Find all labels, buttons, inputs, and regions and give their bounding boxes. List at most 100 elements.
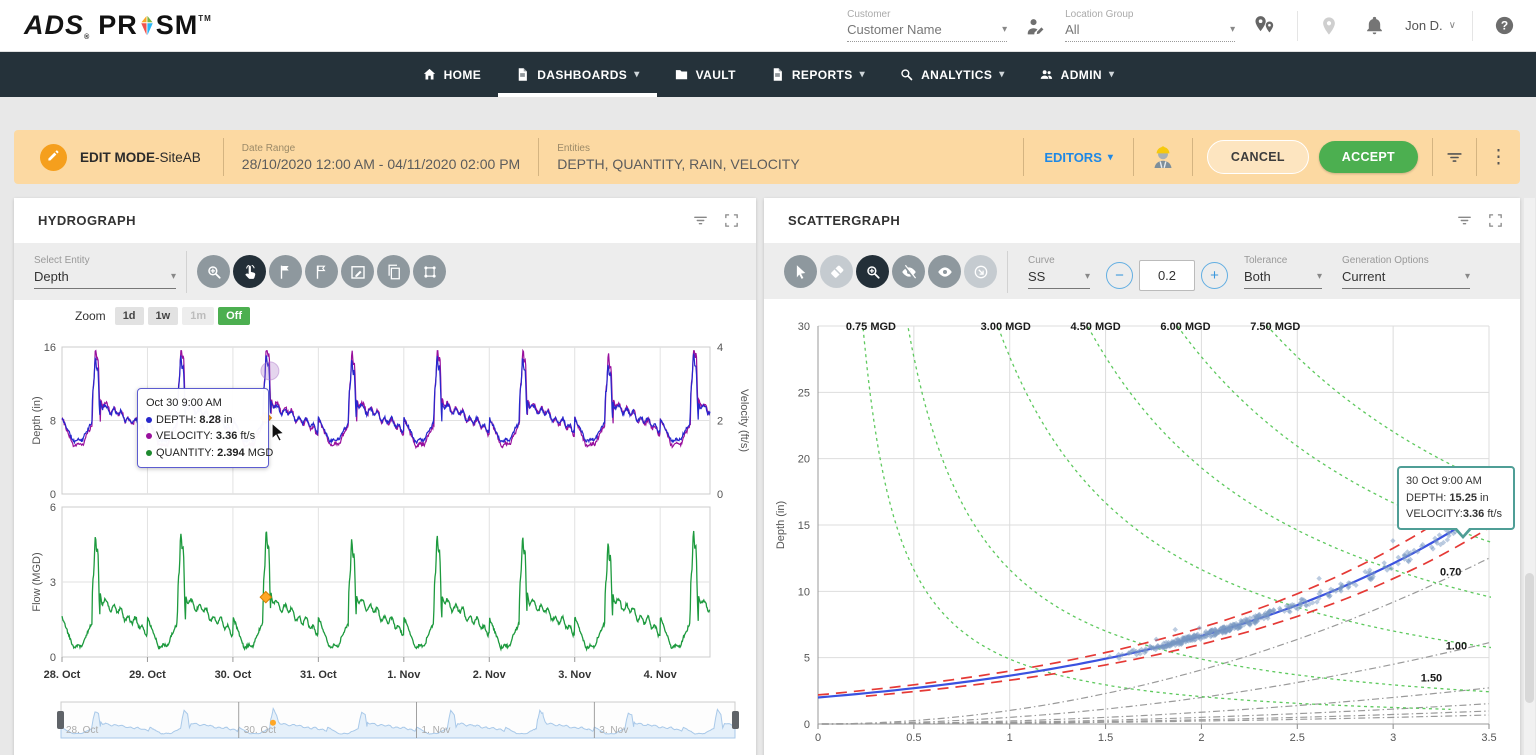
nav-item-vault[interactable]: VAULT [657,52,753,97]
date-range-field[interactable]: Date Range 28/10/2020 12:00 AM - 04/11/2… [224,143,538,172]
tool-touch-button[interactable] [233,255,266,288]
nav-item-analytics[interactable]: ANALYTICS▾ [882,52,1022,97]
pin-icon [1318,15,1340,37]
zoom-off-button[interactable]: Off [218,307,250,325]
mouse-cursor-icon [270,422,288,442]
notifications-button[interactable] [1358,9,1391,42]
zoom-1w-button[interactable]: 1w [148,307,179,325]
scattergraph-header: SCATTERGRAPH [764,198,1520,243]
tool-eye-off-button[interactable] [892,255,925,288]
tool-flag-button[interactable] [269,255,302,288]
svg-text:16: 16 [44,342,56,354]
tool-zoom-in-button[interactable] [856,255,889,288]
hovered-point-halo [261,362,279,380]
svg-text:3.5: 3.5 [1481,732,1496,744]
editor-status[interactable] [1134,142,1192,172]
bell-icon [1364,15,1385,36]
svg-text:10: 10 [798,586,810,598]
chevron-down-icon: ▾ [1109,69,1114,80]
navigator-handle-right[interactable] [732,711,739,729]
tool-eye-button[interactable] [928,255,961,288]
svg-text:1.00: 1.00 [1446,641,1467,653]
cancel-button[interactable]: CANCEL [1207,140,1309,174]
svg-text:0.75 MGD: 0.75 MGD [846,321,896,333]
entities-field[interactable]: Entities DEPTH, QUANTITY, RAIN, VELOCITY [539,143,817,172]
scrollbar-thumb[interactable] [1525,573,1534,703]
top-header: ADS® PR SM TM Customer Customer Name▾ Lo… [0,0,1536,52]
svg-text:0: 0 [717,489,723,501]
scattergraph-filter-button[interactable] [1454,210,1475,231]
user-menu[interactable]: Jon D.∨ [1405,18,1456,33]
tool-eraser-button[interactable] [820,255,853,288]
nav-item-label: ADMIN [1061,68,1102,82]
assign-customer-button[interactable] [1019,9,1053,43]
svg-text:Depth (in): Depth (in) [31,396,43,444]
tolerance-value-input[interactable] [1139,260,1195,291]
svg-text:0: 0 [50,652,56,664]
curve-select[interactable]: Curve SS▾ [1028,255,1090,289]
select-entity-dropdown[interactable]: Select Entity Depth▾ [34,255,176,289]
nav-item-label: REPORTS [792,68,853,82]
tool-transform-button[interactable] [413,255,446,288]
location-group-select[interactable]: Location Group All▾ [1065,9,1235,42]
tool-circle-arrow-button[interactable] [964,255,997,288]
divider [1472,11,1473,41]
edit-bar-filter-button[interactable] [1433,144,1476,171]
hydrograph-chart[interactable]: 0816024036Depth (in)Velocity (ft/s)Flow … [14,328,756,751]
circle-arrow-icon [972,263,990,281]
tool-copy-button[interactable] [377,255,410,288]
scattergraph-title: SCATTERGRAPH [788,213,900,228]
copy-icon [385,263,403,281]
touch-icon [241,263,259,281]
svg-text:28. Oct: 28. Oct [44,669,81,681]
home-icon [422,67,437,82]
nav-item-dashboards[interactable]: DASHBOARDS▾ [498,52,656,97]
tooltip-row: VELOCITY: 3.36 ft/s [146,428,260,445]
svg-text:2: 2 [717,416,723,428]
hydrograph-fullscreen-button[interactable] [721,210,742,231]
svg-text:3. Nov: 3. Nov [599,725,628,736]
nav-item-home[interactable]: HOME [405,52,499,97]
svg-text:8: 8 [50,416,56,428]
scattergraph-fullscreen-button[interactable] [1485,210,1506,231]
tool-zoom-in-button[interactable] [197,255,230,288]
navigator-handle-left[interactable] [57,711,64,729]
zoom-controls: Zoom 1d1w1mOff [75,307,250,325]
generation-options-select[interactable]: Generation Options Current▾ [1342,255,1470,289]
nav-item-reports[interactable]: REPORTS ▾ [753,52,882,97]
tool-edit-box-button[interactable] [341,255,374,288]
accept-button[interactable]: ACCEPT [1319,141,1418,173]
scattergraph-toolbar: Curve SS▾ − + Tolerance Both▾ Generation… [764,243,1520,300]
zoom-1m-button[interactable]: 1m [182,307,214,325]
pins-icon [1253,14,1277,38]
fullscreen-icon [1487,212,1504,229]
help-button[interactable]: ? [1487,8,1522,43]
svg-text:30. Oct: 30. Oct [244,725,276,736]
chevron-down-icon: ▾ [860,69,865,80]
nav-item-admin[interactable]: ADMIN ▾ [1022,52,1132,97]
svg-text:2: 2 [1198,732,1204,744]
svg-text:25: 25 [798,387,810,399]
tool-cursor-button[interactable] [784,255,817,288]
hydrograph-filter-button[interactable] [690,210,711,231]
tolerance-select[interactable]: Tolerance Both▾ [1244,255,1322,289]
folder-icon [674,67,689,82]
svg-text:29. Oct: 29. Oct [129,669,166,681]
svg-text:30: 30 [798,321,810,333]
person-edit-icon [1025,15,1047,37]
page-scrollbar[interactable] [1524,198,1535,755]
customer-select[interactable]: Customer Customer Name▾ [847,9,1007,42]
location-groups-button[interactable] [1247,8,1283,44]
tool-flag-outline-button[interactable] [305,255,338,288]
filter-icon [1456,212,1473,229]
map-pin-button[interactable] [1312,9,1346,43]
svg-text:30. Oct: 30. Oct [215,669,252,681]
svg-text:7.50 MGD: 7.50 MGD [1250,321,1300,333]
tolerance-decrement-button[interactable]: − [1106,262,1133,289]
tolerance-increment-button[interactable]: + [1201,262,1228,289]
more-options-button[interactable]: ⋮ [1477,146,1520,169]
zoom-1d-button[interactable]: 1d [115,307,144,325]
scattergraph-tooltip: 30 Oct 9:00 AMDEPTH: 15.25 inVELOCITY:3.… [1397,466,1515,530]
editors-dropdown[interactable]: EDITORS▾ [1024,150,1133,165]
fullscreen-icon [723,212,740,229]
